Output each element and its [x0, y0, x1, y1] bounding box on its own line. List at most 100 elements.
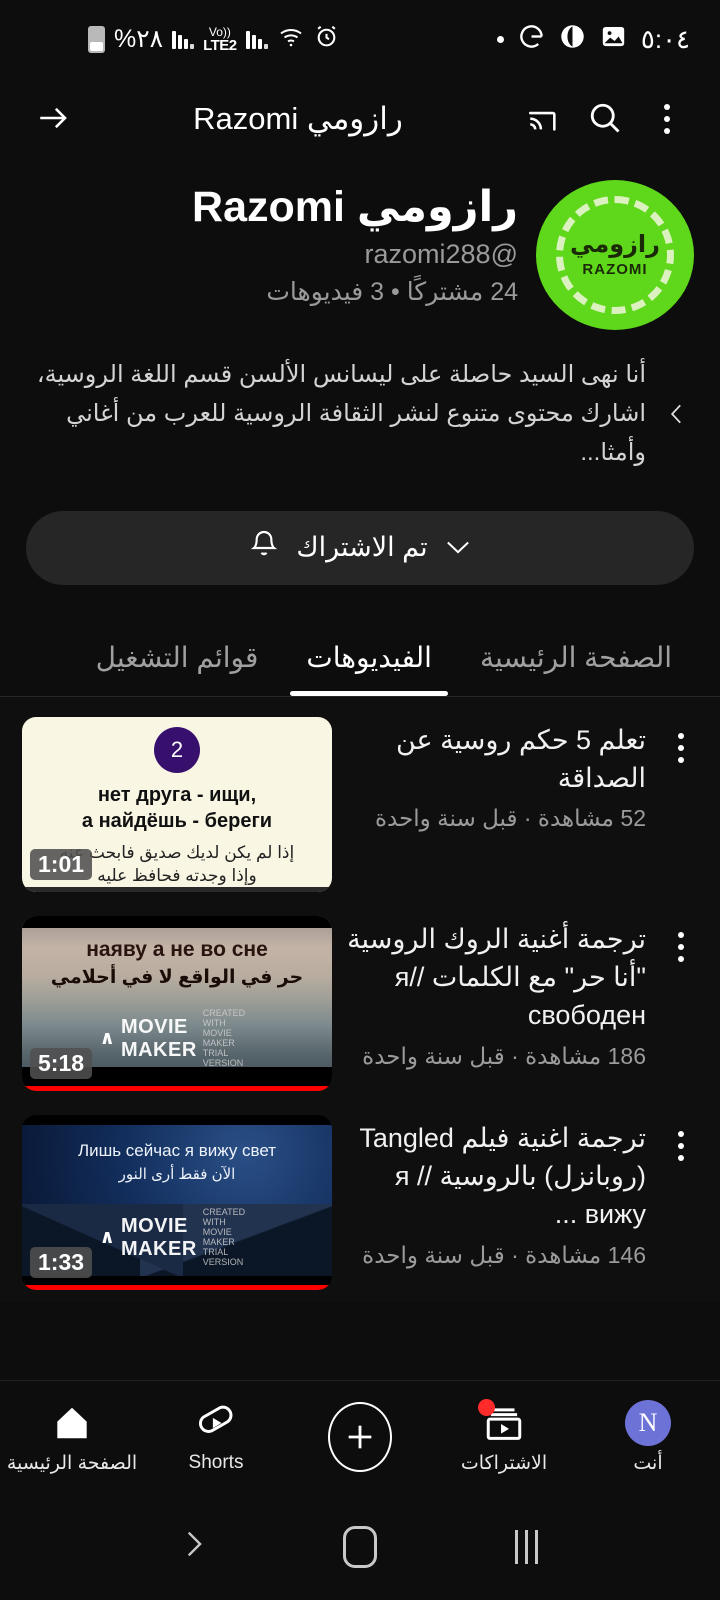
watermark-sub: CREATED WITH MOVIE MAKER TRIAL VERSION [202, 1008, 246, 1068]
subscriptions-icon [478, 1398, 527, 1446]
subscribe-row: تم الاشتراك [0, 473, 720, 585]
video-meta: ترجمة أغنية الروك الروسية "أنا حر" مع ال… [344, 916, 646, 1070]
channel-tabs: الصفحة الرئيسية الفيديوهات قوائم التشغيل [0, 625, 720, 697]
nav-label-home: الصفحة الرئيسية [6, 1452, 138, 1474]
subscribed-label: تم الاشتراك [296, 532, 428, 563]
video-subtitle: 146 مشاهدة · قبل سنة واحدة [362, 1241, 646, 1268]
video-thumbnail[interactable]: Лишь сейчас я вижу свет الآن فقط أرى الن… [22, 1114, 332, 1290]
system-back-button[interactable] [158, 1512, 228, 1582]
overflow-menu-button[interactable] [636, 88, 698, 150]
kebab-icon [678, 732, 684, 763]
thumbnail-russian-text: Лишь сейчас я вижу свет [77, 1140, 277, 1160]
video-overflow-button[interactable] [658, 1115, 704, 1161]
watch-progress-bar [22, 1085, 332, 1091]
video-list-item[interactable]: ترجمة اغنية فيلم Tangled (روبانزل) بالرو… [0, 1103, 720, 1302]
signal-bars-icon [172, 29, 195, 49]
channel-handle: @razomi288 [364, 238, 518, 269]
kebab-icon [678, 1130, 684, 1161]
bottom-navigation: N أنت الاشتراكات Shorts الصفحة الرئيسية [0, 1380, 720, 1493]
notification-badge [478, 1398, 495, 1416]
channel-header: رازومي RAZOMI رازومي Razomi @razomi288 2… [0, 160, 720, 330]
app-bar-title: رازومي Razomi [193, 101, 403, 136]
chevron-down-icon [444, 532, 472, 563]
nav-item-home[interactable]: الصفحة الرئيسية [0, 1381, 144, 1493]
channel-stats: 24 مشتركًا • 3 فيديوهات [266, 277, 518, 306]
create-plus-icon[interactable] [328, 1402, 392, 1472]
battery-percent-label: %٢٨ [114, 25, 164, 53]
watermark-name: MOVIE MAKER [120, 1015, 197, 1061]
avatar[interactable]: رازومي RAZOMI [536, 180, 694, 330]
tab-home[interactable]: الصفحة الرئيسية [456, 625, 696, 696]
video-list: تعلم 5 حكم روسية عن الصداقة 52 مشاهدة · … [0, 696, 720, 1302]
video-overflow-button[interactable] [658, 916, 704, 962]
movie-maker-logo-icon: ∧ [99, 1028, 115, 1050]
chevron-left-icon[interactable] [660, 394, 694, 434]
system-home-button[interactable] [325, 1512, 395, 1582]
bell-icon [248, 527, 280, 568]
thumbnail-arabic-text: إذا لم يكن لديك صديق فابحث عنه وإذا وجدت… [59, 842, 295, 886]
video-title: ترجمة أغنية الروك الروسية "أنا حر" مع ال… [347, 923, 646, 1031]
recents-button[interactable] [492, 1512, 562, 1582]
video-list-item[interactable]: ترجمة أغنية الروك الروسية "أنا حر" مع ال… [0, 904, 720, 1103]
kebab-icon [664, 104, 670, 134]
video-duration: 5:18 [30, 1047, 93, 1079]
tab-playlists[interactable]: قوائم التشغيل [72, 625, 283, 696]
channel-avatar-wrap[interactable]: رازومي RAZOMI [536, 176, 694, 330]
video-thumbnail[interactable]: 2 нет друга - ищи, а найдёшь - береги إذ… [22, 716, 332, 892]
volte-icon: Vo)) LTE2 [203, 26, 237, 53]
watermark-sub: CREATED WITH MOVIE MAKER TRIAL VERSION [202, 1207, 246, 1267]
account-avatar: N [625, 1399, 671, 1446]
nav-label-shorts: Shorts [188, 1452, 244, 1473]
video-meta: تعلم 5 حكم روسية عن الصداقة 52 مشاهدة · … [344, 717, 646, 833]
subscribed-button[interactable]: تم الاشتراك [26, 510, 694, 585]
video-duration: 1:33 [30, 1246, 93, 1278]
clock-label: ٥:٠٤ [640, 23, 690, 54]
thumbnail-russian-text: наяву а не во сне [86, 937, 268, 961]
avatar-arabic-label: رازومي [570, 230, 660, 258]
thumbnail-arabic-text: الآن فقط أرى النور [118, 1165, 236, 1183]
thumbnail-badge: 2 [154, 726, 200, 773]
network-type-label: LTE2 [203, 36, 237, 54]
google-icon [518, 23, 545, 55]
letterbox-top [22, 915, 332, 928]
kebab-icon [678, 931, 684, 962]
movie-maker-watermark: ∧ MOVIE MAKER CREATED WITH MOVIE MAKER T… [99, 1008, 255, 1068]
channel-description: أنا نهى السيد حاصلة على ليسانس الألسن قس… [36, 361, 646, 466]
home-icon [50, 1400, 94, 1446]
nav-item-create[interactable] [288, 1381, 432, 1493]
volte-top-label: Vo)) [208, 24, 231, 39]
arrow-right-icon [33, 101, 73, 138]
cast-button[interactable] [512, 88, 574, 150]
nav-item-subscriptions[interactable]: الاشتراكات [432, 1381, 576, 1493]
nav-label-you: أنت [633, 1452, 663, 1474]
status-bar-right: ٥:٠٤ [496, 23, 690, 55]
channel-description-row[interactable]: أنا نهى السيد حاصلة على ليسانس الألسن قس… [0, 330, 720, 473]
nav-item-shorts[interactable]: Shorts [144, 1381, 288, 1493]
nav-item-you[interactable]: N أنت [576, 1381, 720, 1493]
video-list-item[interactable]: تعلم 5 حكم روسية عن الصداقة 52 مشاهدة · … [0, 705, 720, 904]
video-title: تعلم 5 حكم روسية عن الصداقة [395, 724, 646, 793]
watermark-name: MOVIE MAKER [120, 1214, 197, 1260]
app-bar: رازومي Razomi [0, 78, 720, 160]
status-bar-left: %٢٨ Vo)) LTE2 [88, 24, 339, 54]
video-duration: 1:01 [30, 848, 93, 880]
video-title: ترجمة اغنية فيلم Tangled (روبانزل) بالرو… [359, 1122, 646, 1230]
watch-progress-bar [22, 1284, 332, 1290]
avatar-letter: N [625, 1399, 671, 1446]
search-icon [587, 100, 623, 139]
gallery-icon [600, 23, 627, 55]
back-button[interactable] [22, 88, 84, 150]
app-icon [559, 23, 586, 55]
recents-icon [515, 1529, 539, 1564]
tab-videos[interactable]: الفيديوهات [282, 625, 456, 696]
thumbnail-russian-text: нет друга - ищи, а найдёшь - береги [81, 783, 273, 832]
search-button[interactable] [574, 88, 636, 150]
video-overflow-button[interactable] [658, 717, 704, 763]
video-subtitle: 186 مشاهدة · قبل سنة واحدة [362, 1042, 646, 1069]
shorts-icon [194, 1400, 238, 1446]
status-bar: %٢٨ Vo)) LTE2 ٥:٠٤ [0, 0, 720, 78]
channel-name: رازومي Razomi [192, 183, 518, 231]
video-subtitle: 52 مشاهدة · قبل سنة واحدة [374, 805, 646, 832]
video-thumbnail[interactable]: наяву а не во сне حر في الواقع لا في أحل… [22, 915, 332, 1091]
system-navigation-bar [0, 1493, 720, 1600]
